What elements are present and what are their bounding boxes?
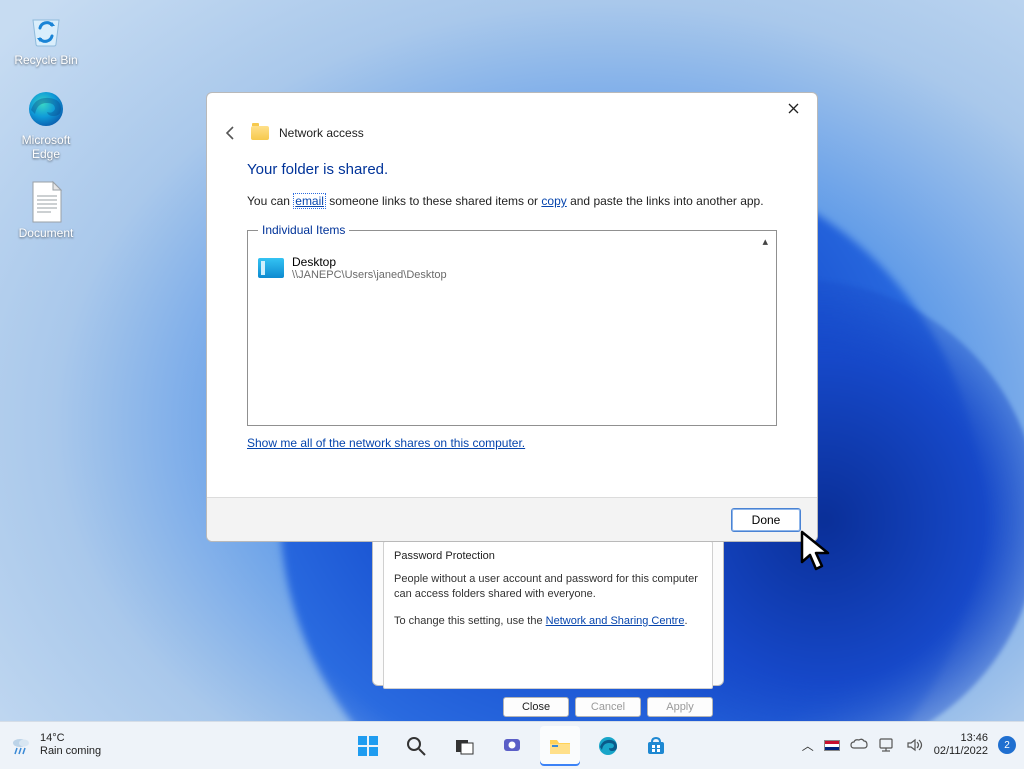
- start-button[interactable]: [348, 726, 388, 766]
- apply-button[interactable]: Apply: [647, 697, 713, 717]
- document-icon: [23, 179, 69, 225]
- desktop-icon-label: Microsoft Edge: [6, 134, 86, 162]
- password-protection-text: People without a user account and passwo…: [394, 572, 702, 602]
- show-all-shares-link[interactable]: Show me all of the network shares on thi…: [247, 436, 525, 450]
- collapse-icon[interactable]: ▴: [762, 235, 768, 248]
- desktop-icon-recycle-bin[interactable]: Recycle Bin: [6, 6, 86, 68]
- password-protection-change-text: To change this setting, use the Network …: [394, 614, 702, 629]
- group-title: Password Protection: [394, 550, 702, 562]
- email-link[interactable]: email: [293, 193, 326, 209]
- network-sharing-centre-link[interactable]: Network and Sharing Centre: [546, 615, 685, 627]
- close-button[interactable]: Close: [503, 697, 569, 717]
- notification-badge[interactable]: 2: [998, 736, 1016, 754]
- desktop-icon-edge[interactable]: Microsoft Edge: [6, 86, 86, 162]
- dialog-body: Your folder is shared. You can email som…: [207, 151, 817, 497]
- back-icon[interactable]: [221, 123, 241, 143]
- shared-item-name: Desktop: [292, 255, 447, 269]
- taskbar-clock[interactable]: 13:46 02/11/2022: [934, 732, 988, 758]
- tray-overflow-icon[interactable]: ︿: [802, 737, 814, 754]
- file-explorer-button[interactable]: [540, 726, 580, 766]
- cancel-button[interactable]: Cancel: [575, 697, 641, 717]
- taskbar-center: [348, 726, 676, 766]
- dialog-title: Network access: [279, 126, 364, 140]
- weather-icon: [10, 734, 32, 756]
- volume-icon[interactable]: [906, 737, 924, 753]
- language-icon[interactable]: [824, 740, 840, 751]
- taskbar-weather[interactable]: 14°C Rain coming: [10, 725, 101, 765]
- clock-time: 13:46: [934, 732, 988, 745]
- desktop-icon-label: Document: [19, 227, 74, 241]
- task-view-button[interactable]: [444, 726, 484, 766]
- recycle-bin-icon: [23, 6, 69, 52]
- clock-date: 02/11/2022: [934, 745, 988, 758]
- store-button[interactable]: [636, 726, 676, 766]
- weather-desc: Rain coming: [40, 745, 101, 758]
- properties-footer: Close Cancel Apply: [383, 697, 713, 717]
- dialog-titlebar: [207, 93, 817, 123]
- done-button[interactable]: Done: [731, 508, 801, 532]
- password-protection-group: Password Protection People without a use…: [383, 541, 713, 689]
- system-tray: ︿ 13:46 02/11/2022 2: [802, 721, 1016, 769]
- group-legend: Individual Items: [258, 223, 349, 237]
- desktop-icons: Recycle Bin Microsoft Edge: [6, 6, 86, 259]
- copy-link[interactable]: copy: [541, 194, 566, 208]
- network-icon[interactable]: [878, 737, 896, 753]
- search-button[interactable]: [396, 726, 436, 766]
- close-icon[interactable]: [775, 96, 811, 120]
- desktop-icon-document[interactable]: Document: [6, 179, 86, 241]
- dialog-header: Network access: [207, 123, 817, 151]
- desktop-icon-label: Recycle Bin: [14, 54, 77, 68]
- folder-icon: [251, 126, 269, 140]
- desktop-folder-icon: [258, 258, 284, 278]
- network-access-dialog: Network access Your folder is shared. Yo…: [206, 92, 818, 542]
- chat-button[interactable]: [492, 726, 532, 766]
- individual-items-group: Individual Items ▴ Desktop \\JANEPC\User…: [247, 230, 777, 426]
- show-all-shares: Show me all of the network shares on thi…: [247, 436, 777, 450]
- shared-item-path: \\JANEPC\Users\janed\Desktop: [292, 269, 447, 281]
- onedrive-icon[interactable]: [850, 738, 868, 752]
- dialog-subtext: You can email someone links to these sha…: [247, 194, 777, 208]
- edge-button[interactable]: [588, 726, 628, 766]
- shared-item-row[interactable]: Desktop \\JANEPC\Users\janed\Desktop: [248, 231, 776, 281]
- weather-temp: 14°C: [40, 732, 101, 745]
- dialog-heading: Your folder is shared.: [247, 161, 777, 178]
- dialog-footer: Done: [207, 497, 817, 541]
- edge-icon: [23, 86, 69, 132]
- taskbar: 14°C Rain coming: [0, 721, 1024, 769]
